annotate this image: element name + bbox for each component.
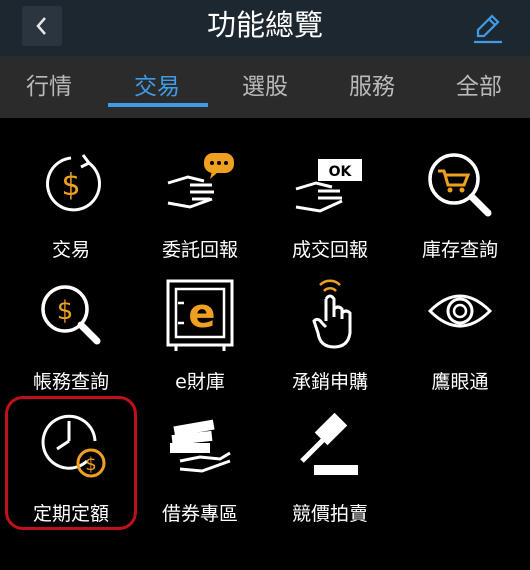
tab-quotes[interactable]: 行情 — [4, 56, 94, 118]
feature-securities-lending[interactable]: 借券專區 — [140, 409, 260, 529]
feature-label: 競價拍賣 — [291, 503, 368, 525]
feature-label: 庫存查詢 — [421, 239, 498, 261]
tap-hand-icon — [312, 279, 352, 349]
svg-text:OK: OK — [329, 164, 353, 180]
highlight-frame — [5, 396, 137, 530]
cart-search-icon — [428, 153, 492, 217]
active-tab-indicator — [108, 103, 208, 107]
money-stack-hand-icon — [170, 419, 231, 473]
feature-e-vault[interactable]: e e財庫 — [140, 277, 260, 397]
feature-order-report[interactable]: 委託回報 — [140, 145, 260, 265]
tab-all[interactable]: 全部 — [434, 56, 524, 118]
e-safe-icon: e — [166, 279, 234, 351]
tab-stock-picking[interactable]: 選股 — [220, 56, 310, 118]
pencil-icon — [474, 14, 502, 44]
feature-label: e財庫 — [175, 371, 225, 393]
ok-ticket-icon: OK — [295, 159, 362, 213]
dollar-search-icon: $ — [41, 285, 101, 345]
svg-text:e: e — [188, 291, 215, 337]
eye-icon — [427, 294, 493, 328]
feature-label: 交易 — [51, 239, 90, 261]
tab-services[interactable]: 服務 — [327, 56, 417, 118]
svg-text:$: $ — [61, 168, 80, 203]
app-header: 功能總覽 — [0, 0, 530, 56]
feature-label: 委託回報 — [161, 239, 238, 261]
svg-text:$: $ — [57, 296, 74, 326]
feature-label: 借券專區 — [161, 503, 238, 525]
feature-fill-report[interactable]: OK 成交回報 — [270, 145, 390, 265]
feature-label: 鷹眼通 — [431, 371, 489, 393]
gavel-icon — [300, 412, 358, 475]
page-title: 功能總覽 — [206, 8, 323, 42]
feature-trade[interactable]: $ 交易 — [11, 145, 131, 265]
feature-inventory-query[interactable]: 庫存查詢 — [400, 145, 520, 265]
dollar-cycle-icon: $ — [46, 154, 101, 212]
edit-button[interactable] — [468, 8, 508, 48]
tab-bar: 行情 交易 選股 服務 全部 — [0, 56, 530, 118]
feature-eagle-eye[interactable]: 鷹眼通 — [400, 277, 520, 397]
feature-auction[interactable]: 競價拍賣 — [270, 409, 390, 529]
hand-chat-icon — [167, 153, 234, 209]
feature-account-query[interactable]: $ 帳務查詢 — [11, 277, 131, 397]
feature-underwriting[interactable]: 承銷申購 — [270, 277, 390, 397]
feature-label: 帳務查詢 — [32, 371, 109, 393]
feature-label: 成交回報 — [291, 239, 368, 261]
feature-label: 承銷申購 — [291, 371, 368, 393]
tab-trade[interactable]: 交易 — [112, 56, 202, 118]
